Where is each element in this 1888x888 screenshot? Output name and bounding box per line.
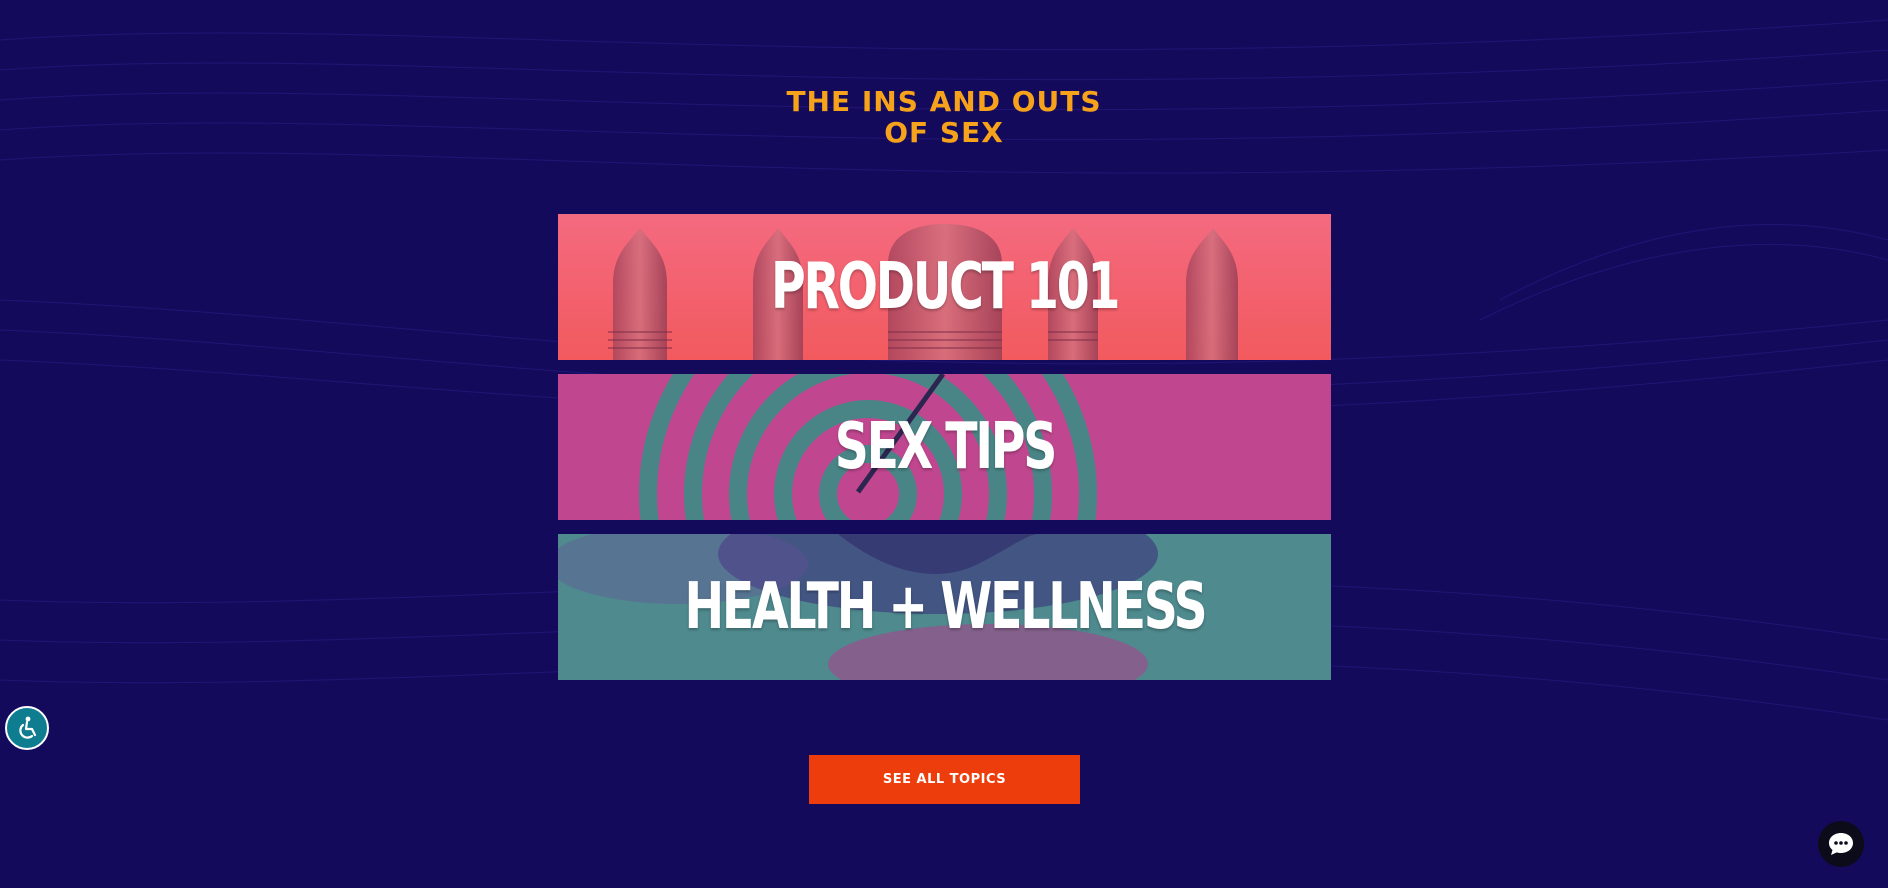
topic-label-product-101: PRODUCT 101 (770, 250, 1120, 324)
accessibility-icon (19, 716, 37, 739)
topic-label-health-wellness: HEALTH + WELLNESS (684, 570, 1207, 644)
accessibility-button[interactable] (5, 706, 49, 750)
topic-banner-health-wellness[interactable]: HEALTH + WELLNESS (558, 534, 1331, 680)
chat-button[interactable] (1818, 821, 1864, 867)
page-title-line-1: THE INS AND OUTS (786, 85, 1102, 118)
topic-label-sex-tips: SEX TIPS (834, 410, 1057, 484)
page-title-line-2: OF SEX (884, 116, 1004, 149)
topic-banner-sex-tips[interactable]: SEX TIPS (558, 374, 1331, 520)
see-all-topics-button[interactable]: SEE ALL TOPICS (809, 755, 1080, 804)
topic-banner-product-101[interactable]: PRODUCT 101 (558, 214, 1331, 360)
chat-bubble-icon (1829, 833, 1853, 855)
page-title: THE INS AND OUTS OF SEX (0, 86, 1888, 148)
